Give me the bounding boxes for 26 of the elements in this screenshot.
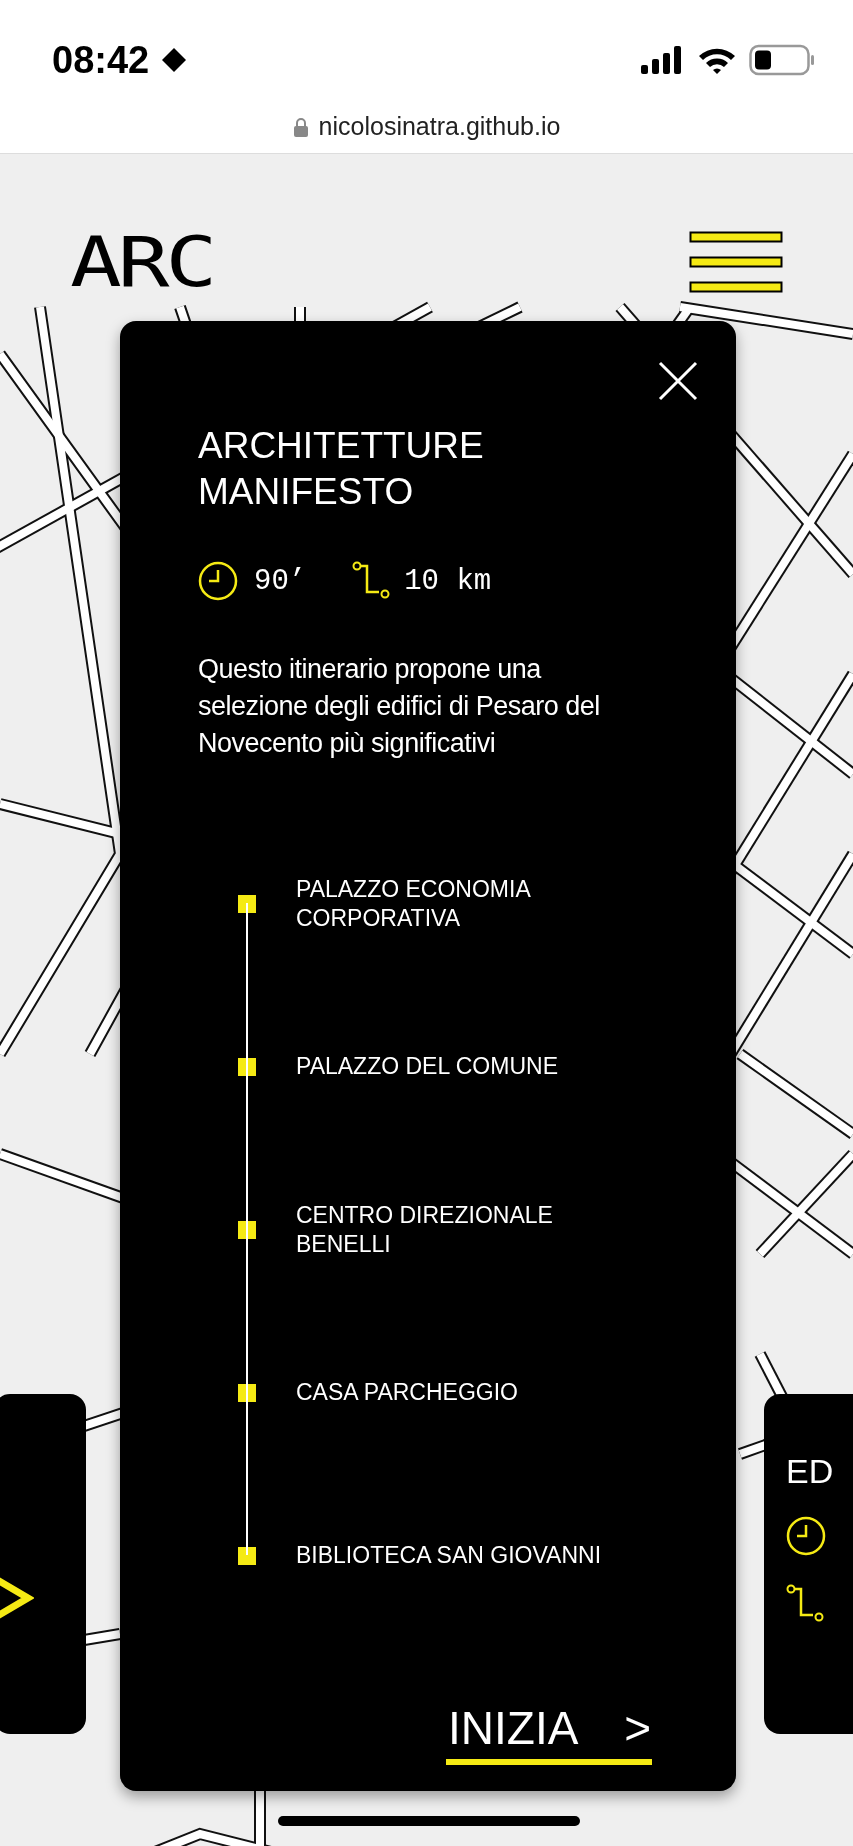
url-text[interactable]: nicolosinatra.github.io	[318, 112, 561, 141]
distance-text: 10 km	[404, 564, 492, 598]
stop-name[interactable]: CASA PARCHEGGIO	[296, 1378, 518, 1407]
duration-text: 90’	[254, 564, 307, 598]
stop-marker	[238, 1546, 256, 1565]
battery-icon	[749, 44, 815, 76]
close-button[interactable]	[658, 361, 698, 401]
clock-icon	[786, 1516, 826, 1556]
start-button[interactable]: INIZIA >	[446, 1701, 652, 1765]
card-title: ARCHITETTURE MANIFESTO	[198, 424, 485, 514]
description-text: Questo itinerario propone una selezione degli edifici di Pesaro del Novecento più significativi	[198, 653, 601, 760]
side-card[interactable]	[0, 1394, 86, 1734]
clock-icon	[198, 561, 238, 601]
stop-name[interactable]: PALAZZO ECONOMIA CORPORATIVA	[296, 874, 626, 933]
side-card[interactable]: ED	[764, 1394, 853, 1734]
stop-name[interactable]: BIBLIOTECA SAN GIOVANNI	[296, 1541, 602, 1570]
route-icon	[786, 1584, 826, 1624]
card-title: ED	[786, 1454, 835, 1488]
stop-name[interactable]: PALAZZO DEL COMUNE	[296, 1052, 558, 1081]
logo[interactable]: ARC	[70, 227, 214, 297]
clock-time: 08:42	[52, 38, 150, 82]
stop-marker	[238, 894, 256, 913]
menu-button[interactable]	[689, 231, 783, 293]
lock-icon	[292, 116, 309, 137]
focus-diamond-icon	[161, 47, 188, 73]
stop-name[interactable]: CENTRO DIREZIONALE BENELLI	[296, 1200, 626, 1259]
